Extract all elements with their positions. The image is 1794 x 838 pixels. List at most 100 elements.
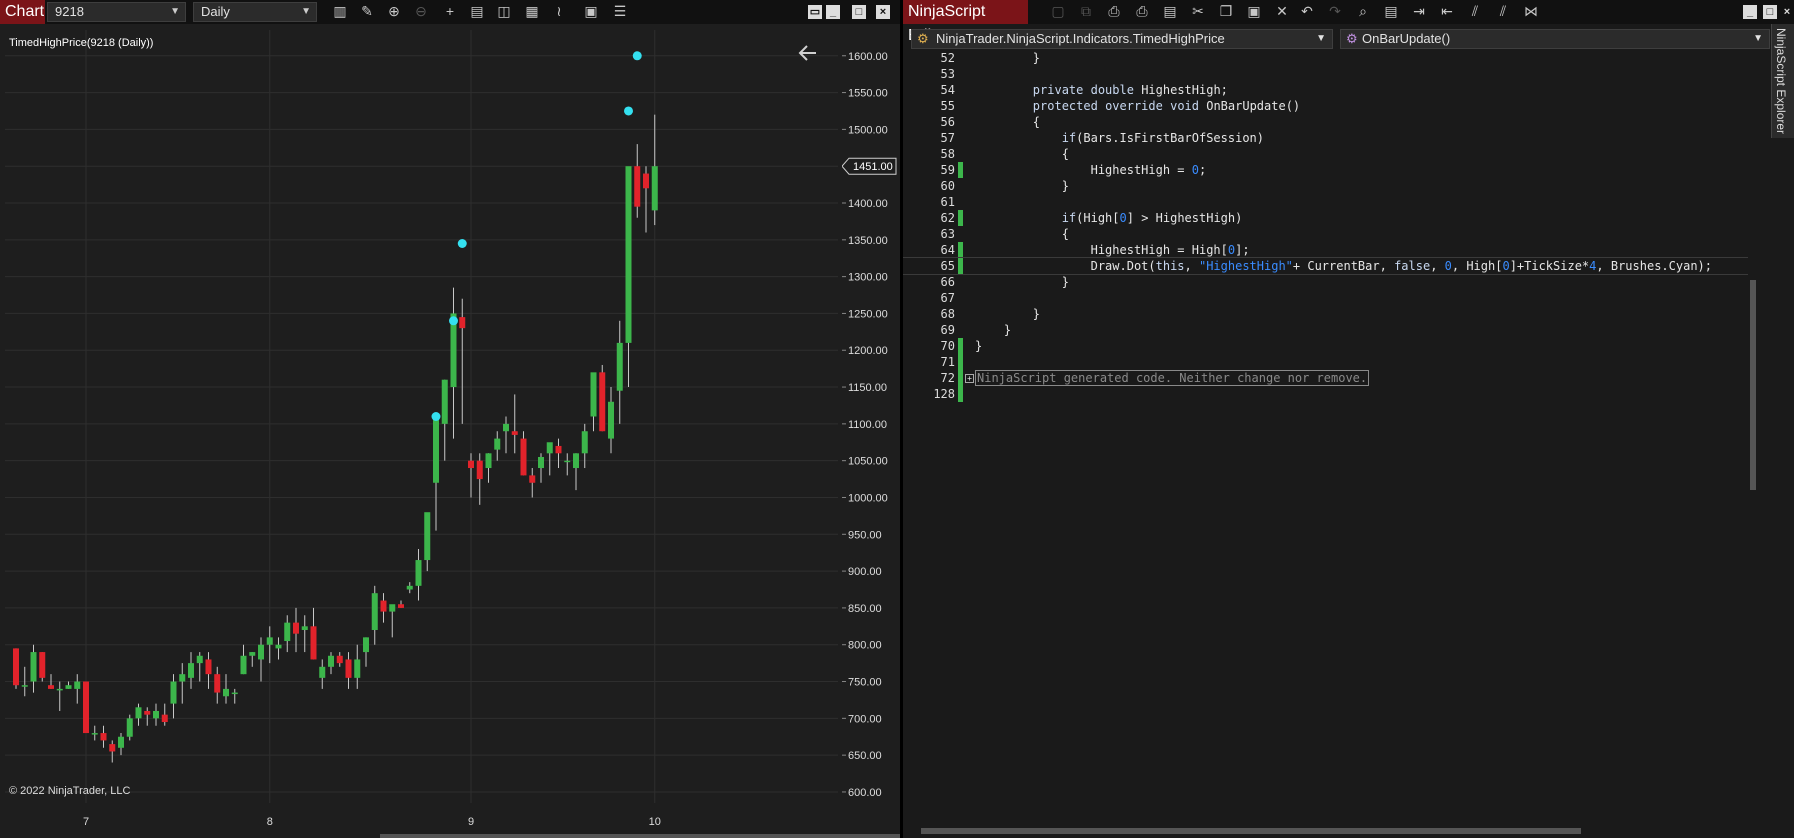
price-tick-label: 800.00 [848,640,882,652]
code-line[interactable]: 64 HighestHigh = High[0]; [903,242,1748,258]
candle-body [494,438,501,450]
chevron-down-icon: ▼ [170,6,180,17]
print-icon[interactable]: ⎙ [1106,3,1122,19]
new-file-icon[interactable]: ▢ [1050,3,1066,19]
code-text: if(High[0] > HighestHigh) [1061,211,1243,225]
minimize-icon[interactable]: _ [826,5,840,19]
code-line[interactable]: 53 [903,66,1748,82]
visual-studio-icon[interactable]: ⋈ [1523,3,1539,19]
candle-body [196,655,203,664]
candle-body [459,317,466,329]
code-line[interactable]: 52 } [903,50,1748,66]
redo-icon[interactable]: ↷ [1327,3,1343,19]
candle-body [205,659,212,675]
code-line[interactable]: 65 Draw.Dot(this, "HighestHigh"+ Current… [903,257,1749,275]
code-line[interactable]: 63 { [903,226,1748,242]
zoom-out-icon[interactable]: ⊖ [413,3,429,19]
code-line[interactable]: 60 } [903,178,1748,194]
candle-body [616,342,623,391]
horizontal-scrollbar[interactable] [380,834,900,838]
close-icon[interactable]: × [876,5,890,19]
data-box-icon[interactable]: ▦ [524,3,540,19]
code-line[interactable]: 61 [903,194,1748,210]
drawing-tools-icon[interactable]: ✎ [359,3,375,19]
close-icon[interactable]: × [1780,5,1794,19]
code-line[interactable]: 71 [903,354,1748,370]
code-line[interactable]: 54 private double HighestHigh; [903,82,1748,98]
properties-icon[interactable]: ▤ [1162,3,1178,19]
crosshair-icon[interactable]: + [442,3,458,19]
maximize-icon[interactable]: □ [1763,5,1777,19]
code-line[interactable]: 70} [903,338,1748,354]
method-selector[interactable]: ⚙ OnBarUpdate() ▼ [1340,29,1770,49]
code-line[interactable]: 59 HighestHigh = 0; [903,162,1748,178]
candle-body [48,685,54,689]
code-line[interactable]: 128 [903,386,1748,402]
code-line[interactable]: 58 { [903,146,1748,162]
delete-icon[interactable]: ✕ [1274,3,1290,19]
code-line[interactable]: 67 [903,290,1748,306]
code-line[interactable]: 68 } [903,306,1748,322]
code-line[interactable]: 72 + NinjaScript generated code. Neither c… [903,370,1748,386]
tile-icon[interactable]: ▭ [808,5,822,19]
ninjascript-explorer-tab[interactable]: NinjaScript Explorer [1771,24,1794,138]
code-line[interactable]: 69 } [903,322,1748,338]
properties-icon[interactable]: ▤ [469,3,485,19]
price-axis-area[interactable]: 600.00 650.00 700.00 750.00 800.00 850.00 900.… [841,30,900,803]
vertical-scrollbar-thumb[interactable] [1750,280,1756,490]
undo-icon[interactable]: ↶ [1299,3,1315,19]
time-axis-area[interactable]: 7 8 9 10 [0,804,900,834]
editor-toolbar: NinjaScript Editor ▢ ⧉ ⎙ ⎙ ▤ ✂ ❐ ▣ ✕ ↶ ↷… [903,0,1794,44]
candle-body [599,372,606,432]
minimize-icon[interactable]: _ [1743,5,1757,19]
candle-body [380,600,387,612]
code-line[interactable]: 62 if(High[0] > HighestHigh) [903,210,1748,226]
candle-body [546,442,553,454]
code-text: if(Bars.IsFirstBarOfSession) [1061,131,1264,145]
interval-selector[interactable]: Daily ▼ [193,2,317,22]
candle-body [520,438,527,476]
zoom-in-icon[interactable]: ⊕ [386,3,402,19]
expand-icon[interactable]: + [965,374,974,383]
bar-type-icon[interactable]: ▥ [332,3,348,19]
copy-icon[interactable]: ❐ [1218,3,1234,19]
code-line[interactable]: 55 protected override void OnBarUpdate() [903,98,1748,114]
indicators-icon[interactable]: ▣ [583,3,599,19]
price-tick-label: 750.00 [848,677,882,689]
strategies-icon[interactable]: ≀ [551,3,567,19]
chart-trader-icon[interactable]: ☰ [612,3,628,19]
highest-high-dot [632,51,642,61]
toggle-breakpoint-icon[interactable]: ⫽ [1467,3,1483,19]
paste-icon[interactable]: ▣ [1246,3,1262,19]
horizontal-scrollbar-thumb[interactable] [921,828,1581,834]
line-number: 70 [940,339,955,353]
instrument-selector[interactable]: 9218 ▼ [47,2,186,22]
templates-icon[interactable]: ◫ [496,3,512,19]
price-tick-label: 600.00 [848,787,882,799]
code-text: + NinjaScript generated code. Neither cha… [965,370,1370,386]
code-line[interactable]: 57 if(Bars.IsFirstBarOfSession) [903,130,1748,146]
candle-body [345,659,352,678]
line-number: 63 [940,227,955,241]
comment-icon[interactable]: ▤ [1383,3,1399,19]
candle-body [56,688,63,691]
price-chart[interactable]: TimedHighPrice(9218 (Daily)) © 2022 Ninj… [5,30,842,803]
compile-icon[interactable]: ⧉ [1078,3,1094,19]
outdent-icon[interactable]: ⇤ [1439,3,1455,19]
find-icon[interactable]: ⌕ [1355,3,1371,19]
print-preview-icon[interactable]: ⎙ [1134,3,1150,19]
class-selector[interactable]: ⚙ NinjaTrader.NinjaScript.Indicators.Tim… [911,29,1333,49]
code-text: } [975,339,983,353]
maximize-icon[interactable]: □ [852,5,866,19]
chart-title: Chart [0,0,45,24]
code-line[interactable]: 56 { [903,114,1748,130]
horizontal-scrollbar[interactable] [911,826,1748,836]
vertical-scrollbar[interactable] [1748,50,1758,820]
candle-body [170,681,177,704]
debug-icon[interactable]: ⫽ [1495,3,1511,19]
indent-icon[interactable]: ⇥ [1411,3,1427,19]
code-line[interactable]: 66 } [903,274,1748,290]
candle-body [135,707,142,719]
method-selector-value: OnBarUpdate() [1362,31,1451,46]
cut-icon[interactable]: ✂ [1190,3,1206,19]
